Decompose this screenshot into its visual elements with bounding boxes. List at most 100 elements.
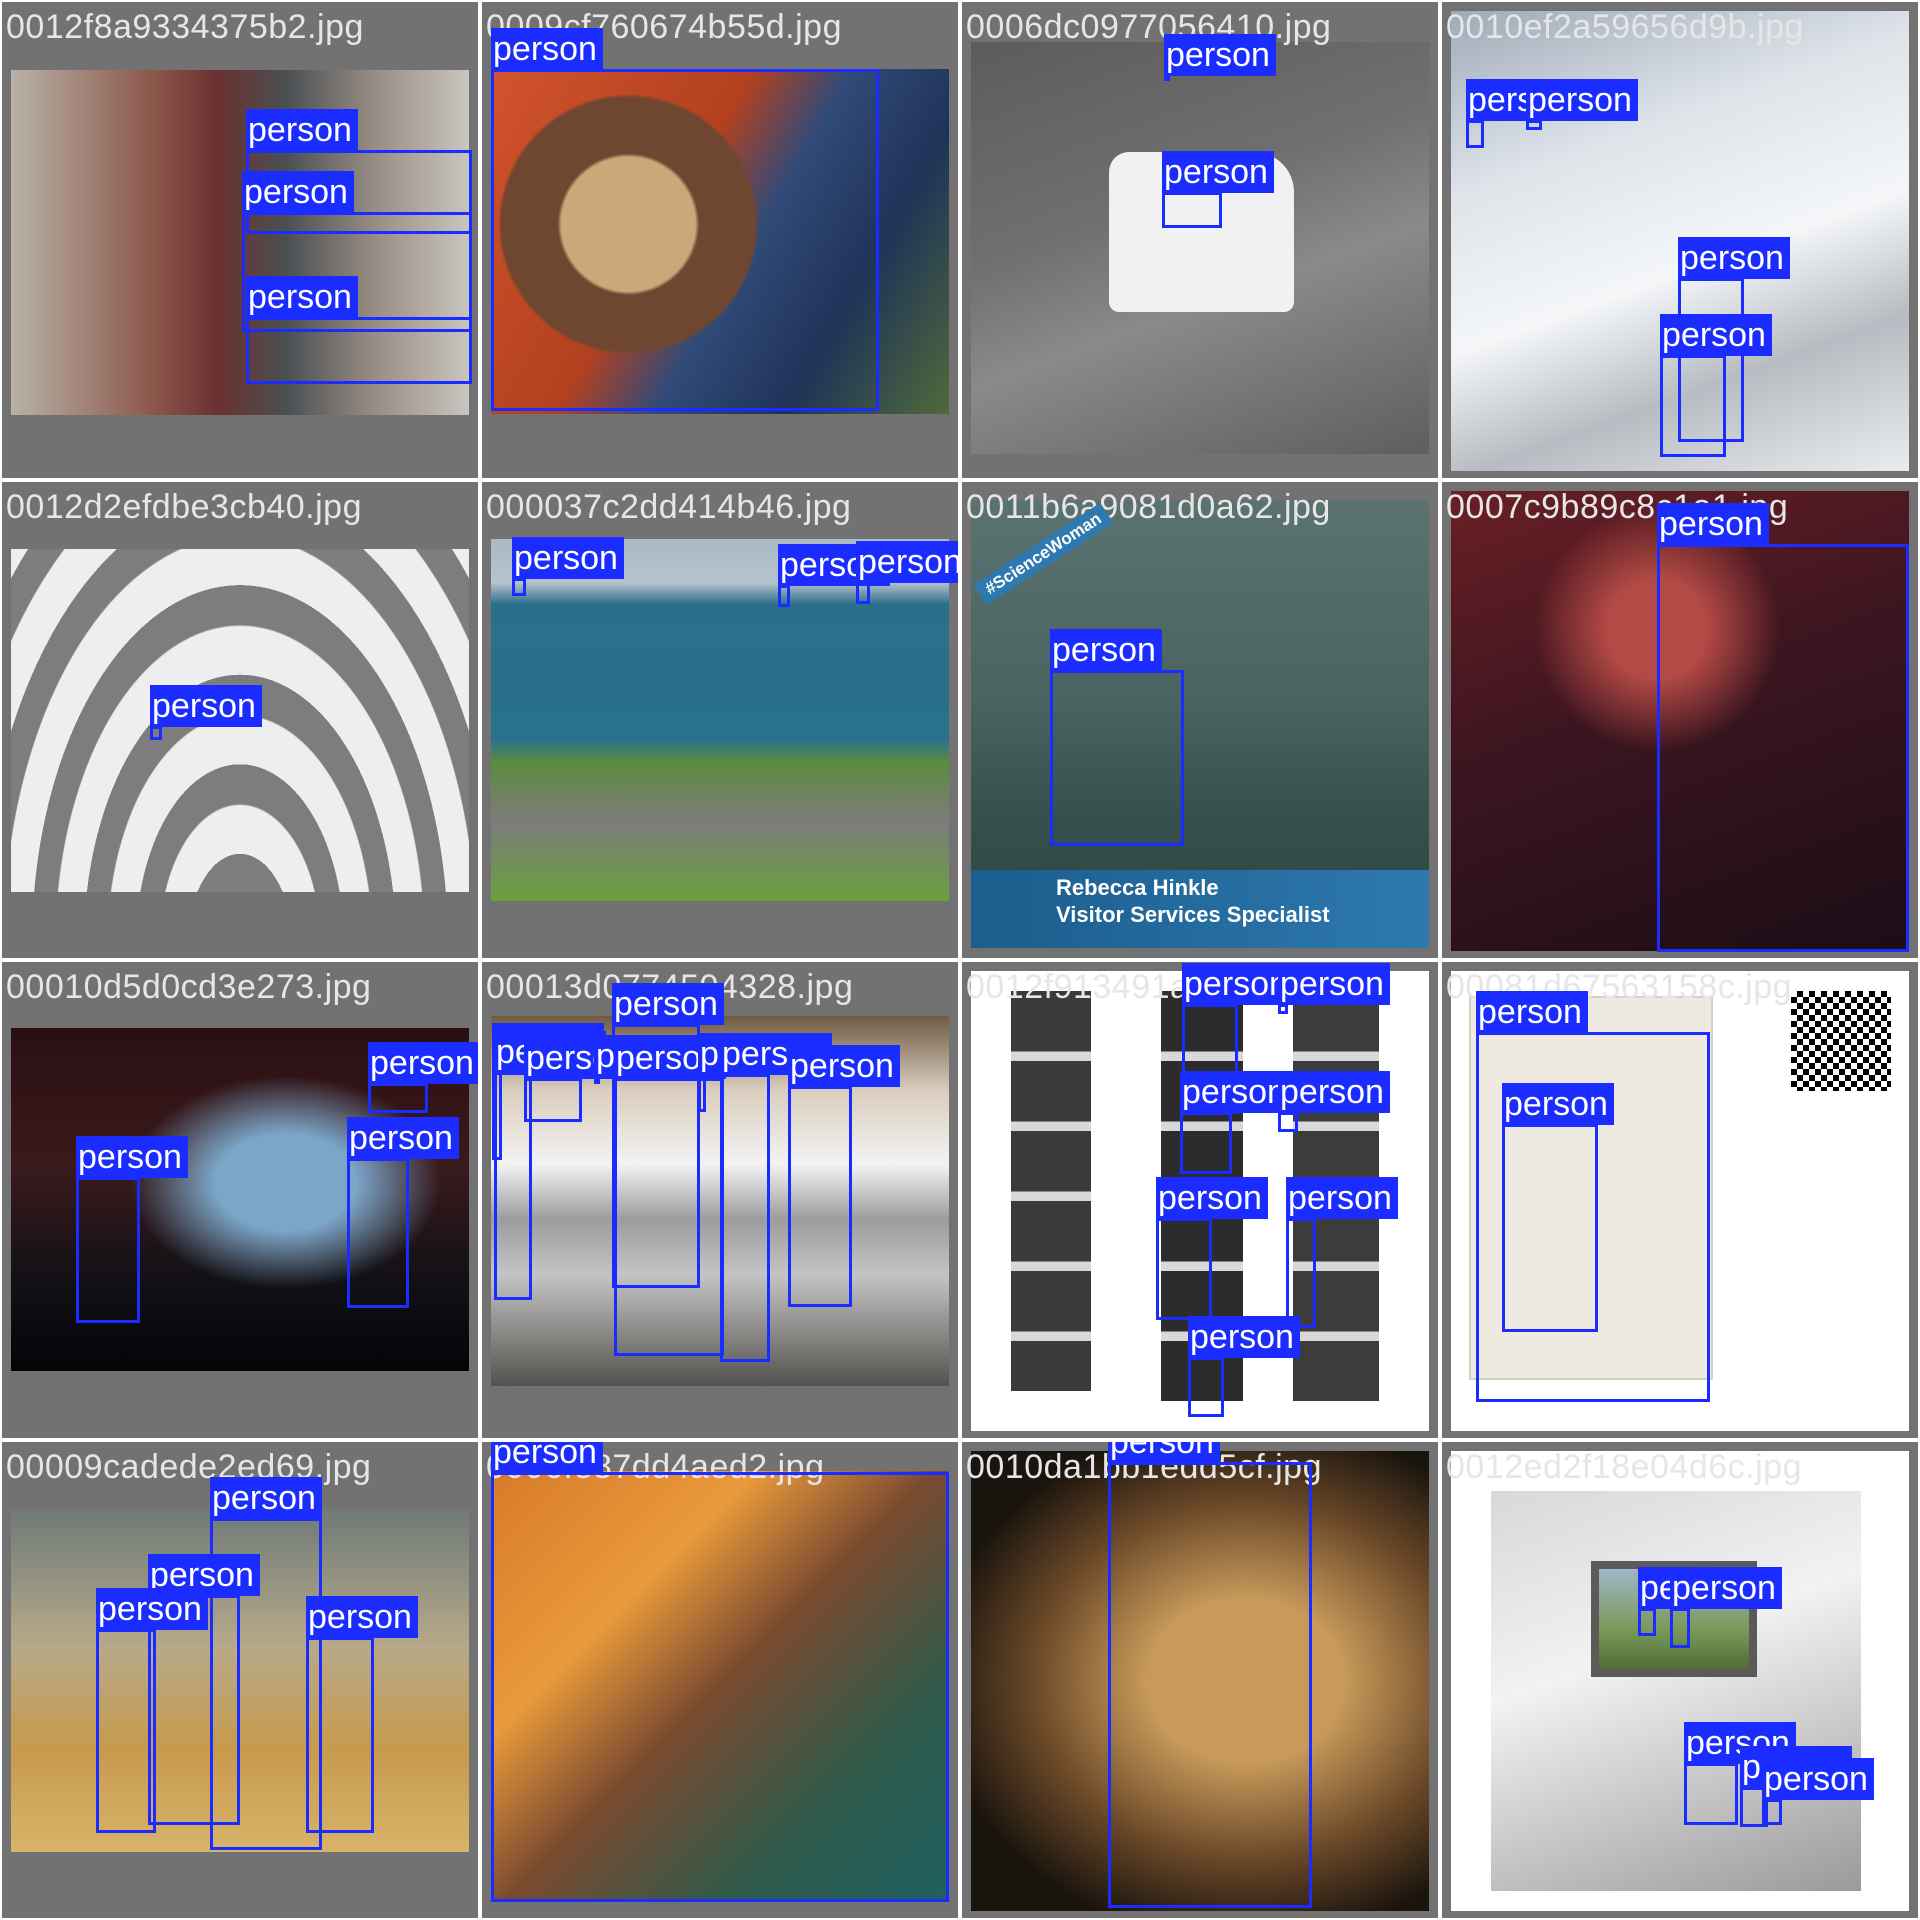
person-label: person [1108, 1442, 1220, 1463]
tile-11[interactable]: 0012f913491a7e1a.jpg person person perso… [962, 962, 1438, 1438]
person-box[interactable]: person [856, 541, 958, 604]
person-label: person [1278, 1071, 1390, 1113]
tile-9[interactable]: 00010d5d0cd3e273.jpg person person perso… [2, 962, 478, 1438]
tile-8[interactable]: 0007c9b89c8c1a1.jpg person person [1442, 482, 1918, 958]
person-label: person [1286, 1177, 1398, 1219]
caption-role: Visitor Services Specialist [1056, 902, 1330, 927]
photo-strip [1011, 991, 1091, 1391]
person-box[interactable]: person [698, 1033, 810, 1112]
tile-image [1451, 1451, 1909, 1911]
person-label: person [246, 276, 358, 318]
person-label: person [347, 1117, 459, 1159]
person-label: person [1526, 79, 1638, 121]
person-box[interactable]: person [614, 1037, 726, 1356]
person-box[interactable]: person [306, 1596, 418, 1833]
person-label: person [368, 1042, 478, 1084]
person-label: person [210, 1477, 322, 1519]
tile-filename: 0012f8a9334375b2.jpg [6, 8, 364, 46]
person-box[interactable]: person [512, 537, 624, 596]
person-label: person [306, 1596, 418, 1638]
person-box[interactable]: person [1466, 79, 1578, 148]
person-box[interactable]: person [1180, 1071, 1292, 1174]
person-label: person [1476, 991, 1588, 1033]
person-box[interactable]: person [1657, 503, 1909, 952]
tile-16[interactable]: 0012ed2f18e04d6c.jpg person person perso… [1442, 1442, 1918, 1918]
person-box[interactable]: person [347, 1117, 459, 1308]
tile-6[interactable]: 000037c2dd414b46.jpg person person perso… [482, 482, 958, 958]
person-label: person [491, 28, 603, 70]
person-box[interactable]: person [1164, 34, 1276, 81]
person-box[interactable]: person [96, 1588, 208, 1833]
person-label: person [76, 1136, 188, 1178]
person-box[interactable]: person [1526, 79, 1638, 130]
tile-13[interactable]: 00009cadede2ed69.jpg person person perso… [2, 1442, 478, 1918]
person-label: person [1657, 503, 1769, 545]
person-label: person [246, 109, 358, 151]
person-box[interactable]: person [720, 1033, 832, 1362]
person-box[interactable]: person [1670, 1567, 1782, 1648]
person-label: person [1188, 1316, 1300, 1358]
person-label: person [1678, 237, 1790, 279]
person-label: person [788, 1045, 900, 1087]
person-box[interactable]: person [1278, 963, 1390, 1014]
tile-filename: 0006dc0977056410.jpg [966, 8, 1332, 46]
person-box[interactable]: person [150, 685, 262, 740]
tile-image [491, 539, 949, 901]
person-box[interactable]: person [491, 1442, 949, 1902]
person-label: person [1278, 963, 1390, 1005]
person-box[interactable]: person [368, 1042, 478, 1113]
tile-1[interactable]: 0012f8a9334375b2.jpg person person perso… [2, 2, 478, 478]
tile-filename: 000037c2dd414b46.jpg [486, 488, 852, 526]
tile-15[interactable]: 0010da1bb1edd5cf.jpg person [962, 1442, 1438, 1918]
tile-2[interactable]: 0009cf760674b55d.jpg person [482, 2, 958, 478]
person-box[interactable]: person [1762, 1758, 1874, 1825]
tile-3[interactable]: 0006dc0977056410.jpg person person [962, 2, 1438, 478]
person-box[interactable]: person [1660, 314, 1772, 457]
person-box[interactable]: person [246, 276, 472, 384]
tile-7[interactable]: 0011b6a9081d0a62.jpg #ScienceWoman Rebec… [962, 482, 1438, 958]
person-box[interactable]: person [788, 1045, 900, 1307]
tile-filename: 0012ed2f18e04d6c.jpg [1446, 1448, 1802, 1486]
gallery-wall [1491, 1491, 1861, 1891]
tile-5[interactable]: 0012d2efdbe3cb40.jpg person [2, 482, 478, 958]
person-box[interactable]: person [594, 1035, 706, 1084]
person-label: person [1164, 34, 1276, 76]
qr-code [1791, 991, 1891, 1091]
person-box[interactable]: person [76, 1136, 188, 1323]
person-box[interactable]: person [524, 1037, 636, 1122]
person-label: person [1162, 151, 1274, 193]
person-box[interactable]: person [1502, 1083, 1614, 1332]
person-box[interactable]: person [1278, 1071, 1390, 1132]
person-label: person [1762, 1758, 1874, 1800]
person-label: person [491, 1442, 603, 1473]
person-label: person [96, 1588, 208, 1630]
caption-name: Rebecca Hinkle [1056, 875, 1219, 900]
tile-14[interactable]: 0006fe87dd4aed2.jpg person [482, 1442, 958, 1918]
person-label: person [1670, 1567, 1782, 1609]
person-label: person [1660, 314, 1772, 356]
person-box[interactable]: person [1286, 1177, 1398, 1328]
person-box[interactable]: person [778, 544, 890, 607]
person-box[interactable]: person [1188, 1316, 1300, 1417]
person-box[interactable]: person [1156, 1177, 1268, 1320]
person-label: person [1180, 1071, 1292, 1113]
person-label: person [1156, 1177, 1268, 1219]
tile-filename: 00010d5d0cd3e273.jpg [6, 968, 372, 1006]
person-box[interactable]: person [491, 28, 879, 411]
person-box[interactable]: person [1638, 1567, 1750, 1636]
tile-10[interactable]: 00013d0774504328.jpg person person perso… [482, 962, 958, 1438]
person-label: person [856, 541, 958, 583]
tile-filename: 0012d2efdbe3cb40.jpg [6, 488, 362, 526]
person-label: person [1502, 1083, 1614, 1125]
tile-12[interactable]: 00081d67563158c.jpg person person [1442, 962, 1918, 1438]
person-box[interactable]: person [1108, 1442, 1312, 1908]
tile-image [971, 42, 1429, 454]
person-label: person [242, 171, 354, 213]
tile-4[interactable]: 0010ef2a59656d9b.jpg person person perso… [1442, 2, 1918, 478]
person-label: person [1050, 629, 1162, 671]
detection-mosaic-grid: 0012f8a9334375b2.jpg person person perso… [0, 0, 1920, 1920]
person-box[interactable]: person [1050, 629, 1184, 846]
person-label: person [612, 983, 724, 1025]
person-box[interactable]: person [1684, 1722, 1796, 1825]
person-box[interactable]: person [1162, 151, 1274, 228]
